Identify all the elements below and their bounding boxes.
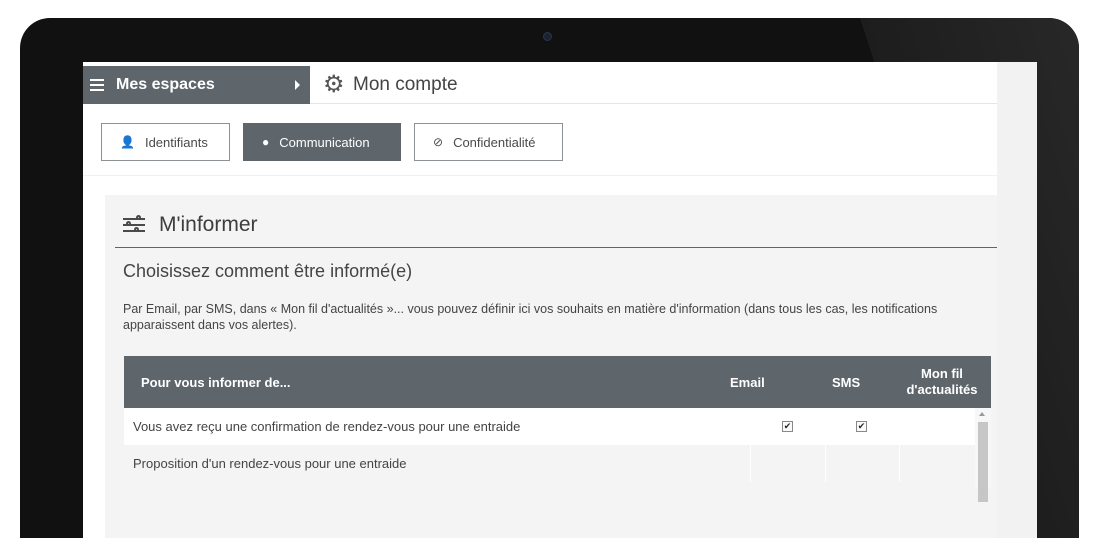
gear-icon: ⚙ [323,71,345,98]
eye-slash-icon: ⊘ [433,135,444,149]
account-tabs: 👤 Identifiants ● Communication ⊘ Confide… [101,123,563,161]
webcam [543,32,552,41]
table-scrollbar[interactable] [975,408,991,502]
cell-feed [899,408,975,445]
header-topic: Pour vous informer de... [141,374,291,390]
cell-email [750,445,825,482]
page-title: ⚙ Mon compte [323,66,458,104]
tab-communication[interactable]: ● Communication [243,123,401,161]
top-bar: Mes espaces ⚙ Mon compte [83,66,997,104]
scroll-thumb[interactable] [978,422,988,502]
scroll-up-icon[interactable] [979,412,985,416]
section-title: M'informer [123,213,258,237]
chevron-right-icon [295,80,300,90]
notification-table: Pour vous informer de... Email SMS Mon f… [124,356,991,502]
table-row: Vous avez reçu une confirmation de rende… [124,408,991,445]
tab-label: Identifiants [144,134,208,150]
my-spaces-label: Mes espaces [116,76,215,93]
email-checkbox[interactable]: ✔ [782,421,793,432]
header-feed: Mon fil d'actualités [906,366,978,397]
section-subtitle: Choisissez comment être informé(e) [123,261,413,281]
tab-label: Confidentialité [453,134,536,150]
cell-feed [899,445,975,482]
section-title-text: M'informer [159,213,258,236]
sliders-icon [123,214,145,236]
row-label: Proposition d'un rendez-vous pour une en… [133,456,407,471]
menu-icon [90,79,104,91]
row-label: Vous avez reçu une confirmation de rende… [133,419,521,434]
my-spaces-button[interactable]: Mes espaces [83,66,310,104]
divider [83,175,997,176]
cell-sms [825,445,899,482]
header-email: Email [730,374,765,390]
tab-confidentialite[interactable]: ⊘ Confidentialité [414,123,563,161]
user-icon: 👤 [120,135,135,149]
speech-bubble-icon: ● [262,135,270,149]
inform-panel: M'informer Choisissez comment être infor… [105,195,997,538]
section-divider [115,247,997,248]
page: Mes espaces ⚙ Mon compte 👤 Identifiants … [83,62,997,538]
section-description: Par Email, par SMS, dans « Mon fil d'act… [123,302,938,332]
account-title: Mon compte [353,74,458,95]
table-header: Pour vous informer de... Email SMS Mon f… [124,356,991,408]
tab-label: Communication [279,134,370,150]
header-sms: SMS [832,374,861,390]
laptop-frame: Mes espaces ⚙ Mon compte 👤 Identifiants … [20,18,1079,538]
table-row: Proposition d'un rendez-vous pour une en… [124,445,991,482]
screen: Mes espaces ⚙ Mon compte 👤 Identifiants … [83,62,1037,538]
sms-checkbox[interactable]: ✔ [856,421,867,432]
tab-identifiants[interactable]: 👤 Identifiants [101,123,230,161]
